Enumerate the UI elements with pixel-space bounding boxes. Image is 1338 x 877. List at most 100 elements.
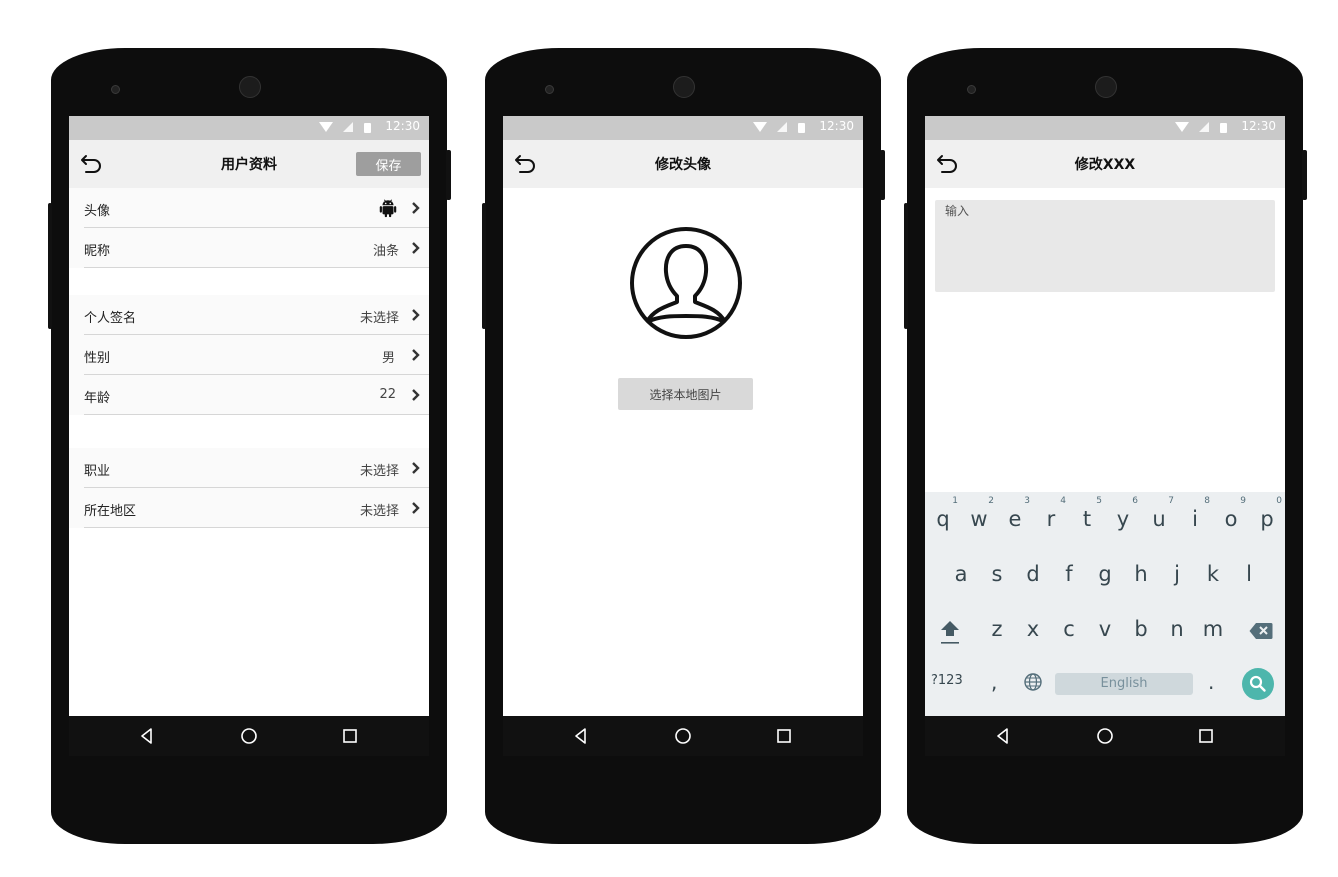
volume-button: [482, 203, 486, 329]
row-value: 未选择: [359, 504, 399, 519]
row-nickname[interactable]: 昵称 油条: [69, 228, 429, 268]
key-t[interactable]: t5: [1069, 492, 1105, 542]
key-z[interactable]: z: [979, 602, 1015, 652]
key-q[interactable]: q1: [925, 492, 961, 542]
status-bar: 12:30: [925, 116, 1285, 140]
key-u[interactable]: u7: [1141, 492, 1177, 542]
status-icons: [753, 121, 813, 135]
key-label: r: [1046, 507, 1056, 531]
key-number-hint: 0: [1276, 496, 1282, 506]
key-m[interactable]: m: [1195, 602, 1231, 652]
battery-icon: [1220, 123, 1227, 133]
nav-home-icon[interactable]: [239, 726, 259, 746]
wifi-icon: [319, 122, 333, 132]
symbols-key[interactable]: ?123: [931, 673, 963, 688]
key-l[interactable]: l: [1231, 547, 1267, 597]
app-bar: 修改XXX: [925, 140, 1285, 188]
key-x[interactable]: x: [1015, 602, 1051, 652]
key-h[interactable]: h: [1123, 547, 1159, 597]
key-number-hint: 1: [952, 496, 958, 506]
battery-icon: [364, 123, 371, 133]
period-key[interactable]: .: [1208, 670, 1214, 694]
key-k[interactable]: k: [1195, 547, 1231, 597]
key-j[interactable]: j: [1159, 547, 1195, 597]
key-o[interactable]: o9: [1213, 492, 1249, 542]
nav-recent-icon[interactable]: [340, 726, 360, 746]
row-label: 性别: [84, 351, 111, 366]
nav-home-icon[interactable]: [1095, 726, 1115, 746]
camera-icon: [545, 85, 554, 94]
nav-home-icon[interactable]: [673, 726, 693, 746]
signal-icon: [343, 122, 353, 132]
row-signature[interactable]: 个人签名 未选择: [69, 295, 429, 335]
key-w[interactable]: w2: [961, 492, 997, 542]
wifi-icon: [1175, 122, 1189, 132]
chevron-right-icon: [412, 349, 420, 361]
page-title: 修改XXX: [1074, 157, 1136, 173]
space-key[interactable]: English: [1055, 673, 1193, 695]
key-number-hint: 7: [1168, 496, 1174, 506]
nav-recent-icon[interactable]: [774, 726, 794, 746]
row-gender[interactable]: 性别 男: [69, 335, 429, 375]
camera-icon: [967, 85, 976, 94]
globe-icon[interactable]: [1023, 672, 1043, 692]
row-age[interactable]: 年龄 22: [69, 375, 429, 415]
signal-icon: [1199, 122, 1209, 132]
key-number-hint: 2: [988, 496, 994, 506]
divider: [84, 267, 429, 268]
nav-back-icon[interactable]: [993, 726, 1013, 746]
key-g[interactable]: g: [1087, 547, 1123, 597]
key-label: q: [936, 507, 950, 531]
battery-icon: [798, 123, 805, 133]
key-label: x: [1026, 617, 1040, 641]
row-avatar[interactable]: 头像: [69, 188, 429, 228]
nav-back-icon[interactable]: [571, 726, 591, 746]
phone-edit: 12:30 修改XXX ?123 ,: [904, 48, 1307, 844]
key-number-hint: 3: [1024, 496, 1030, 506]
key-label: e: [1008, 507, 1022, 531]
backspace-key[interactable]: [1249, 622, 1273, 640]
key-label: p: [1260, 507, 1274, 531]
row-label: 个人签名: [84, 311, 137, 326]
speaker-icon: [239, 76, 261, 98]
key-r[interactable]: r4: [1033, 492, 1069, 542]
screen: 12:30 修改XXX ?123 ,: [925, 116, 1285, 756]
row-occupation[interactable]: 职业 未选择: [69, 448, 429, 488]
phone-profile: 12:30 用户资料 保存 头像 昵称 油条 个人签名 未选择 性别 男 年龄 …: [48, 48, 451, 844]
key-label: v: [1098, 617, 1112, 641]
key-s[interactable]: s: [979, 547, 1015, 597]
edit-text-input[interactable]: [935, 200, 1275, 292]
volume-button: [904, 203, 908, 329]
status-bar: 12:30: [503, 116, 863, 140]
signal-icon: [777, 122, 787, 132]
save-button[interactable]: 保存: [356, 152, 421, 176]
row-value: 男: [381, 351, 395, 366]
key-p[interactable]: p0: [1249, 492, 1285, 542]
key-y[interactable]: y6: [1105, 492, 1141, 542]
key-e[interactable]: e3: [997, 492, 1033, 542]
key-i[interactable]: i8: [1177, 492, 1213, 542]
chevron-right-icon: [412, 462, 420, 474]
key-label: l: [1246, 562, 1252, 586]
camera-icon: [111, 85, 120, 94]
search-key[interactable]: [1242, 668, 1274, 700]
key-n[interactable]: n: [1159, 602, 1195, 652]
screen: 12:30 用户资料 保存 头像 昵称 油条 个人签名 未选择 性别 男 年龄 …: [69, 116, 429, 756]
comma-key[interactable]: ,: [991, 670, 997, 694]
key-c[interactable]: c: [1051, 602, 1087, 652]
user-avatar-icon: [630, 227, 742, 339]
nav-bar: [69, 716, 429, 756]
key-a[interactable]: a: [943, 547, 979, 597]
key-f[interactable]: f: [1051, 547, 1087, 597]
nav-back-icon[interactable]: [137, 726, 157, 746]
nav-recent-icon[interactable]: [1196, 726, 1216, 746]
shift-key[interactable]: [939, 618, 961, 648]
key-d[interactable]: d: [1015, 547, 1051, 597]
key-b[interactable]: b: [1123, 602, 1159, 652]
choose-local-image-button[interactable]: 选择本地图片: [618, 378, 753, 410]
speaker-icon: [673, 76, 695, 98]
row-region[interactable]: 所在地区 未选择: [69, 488, 429, 528]
soft-keyboard: ?123 , English . q1w2e3r4t5y6u7i8o9p0asd…: [925, 492, 1285, 716]
key-v[interactable]: v: [1087, 602, 1123, 652]
key-label: s: [991, 562, 1003, 586]
